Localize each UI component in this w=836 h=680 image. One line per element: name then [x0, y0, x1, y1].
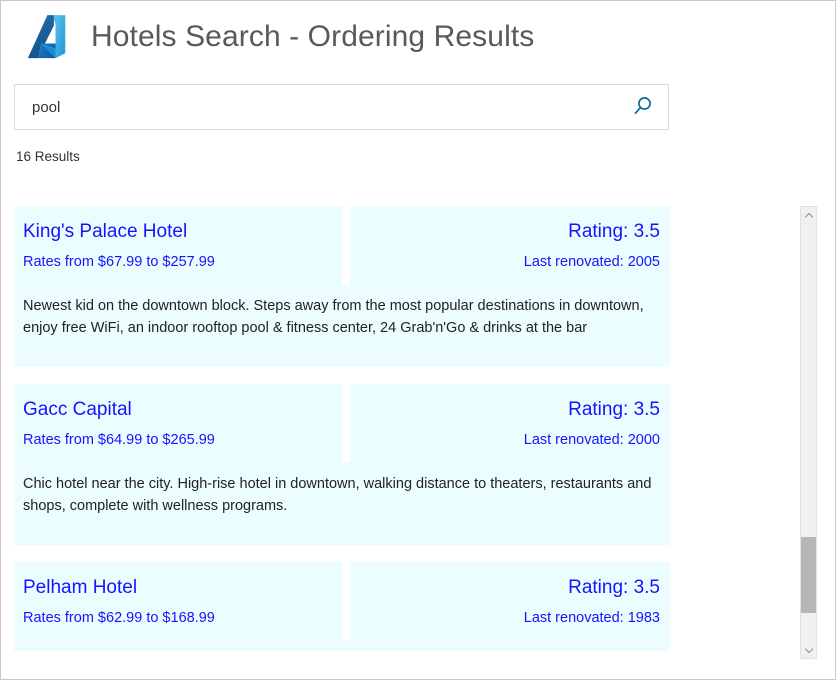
page-title: Hotels Search - Ordering Results: [91, 20, 534, 54]
hotel-description: [14, 640, 670, 651]
results-list: King's Palace Hotel Rates from $67.99 to…: [14, 206, 670, 668]
chevron-down-icon: [805, 647, 813, 652]
result-card[interactable]: Gacc Capital Rates from $64.99 to $265.9…: [14, 384, 670, 545]
scrollbar-up-button[interactable]: [801, 207, 816, 224]
app-header: Hotels Search - Ordering Results: [1, 1, 835, 63]
result-card-left: Gacc Capital Rates from $64.99 to $265.9…: [14, 384, 342, 462]
scrollbar-down-button[interactable]: [801, 641, 816, 658]
hotel-rates: Rates from $64.99 to $265.99: [23, 431, 330, 450]
app-window: Hotels Search - Ordering Results 16 Resu…: [0, 0, 836, 680]
hotel-name[interactable]: King's Palace Hotel: [23, 220, 330, 244]
result-card[interactable]: King's Palace Hotel Rates from $67.99 to…: [14, 206, 670, 367]
results-count: 16 Results: [16, 149, 835, 164]
hotel-rates: Rates from $62.99 to $168.99: [23, 609, 330, 628]
right-margin: [819, 1, 835, 679]
hotel-rating: Rating: 3.5: [362, 576, 660, 600]
azure-logo-icon: [23, 11, 75, 63]
result-card-right: Rating: 3.5 Last renovated: 2000: [350, 384, 670, 462]
hotel-rating: Rating: 3.5: [362, 398, 660, 422]
hotel-rating: Rating: 3.5: [362, 220, 660, 244]
hotel-last-renovated: Last renovated: 1983: [362, 609, 660, 628]
results-scrollbar[interactable]: [800, 206, 817, 659]
search-icon: [632, 95, 654, 120]
chevron-up-icon: [805, 213, 813, 218]
search-input[interactable]: [15, 86, 618, 128]
card-column-divider: [342, 206, 350, 284]
result-card-left: Pelham Hotel Rates from $62.99 to $168.9…: [14, 562, 342, 640]
hotel-name[interactable]: Pelham Hotel: [23, 576, 330, 600]
hotel-description: Chic hotel near the city. High-rise hote…: [14, 462, 670, 545]
card-column-divider: [342, 384, 350, 462]
hotel-description: Newest kid on the downtown block. Steps …: [14, 284, 670, 367]
scrollbar-thumb[interactable]: [801, 537, 816, 613]
hotel-name[interactable]: Gacc Capital: [23, 398, 330, 422]
result-card-left: King's Palace Hotel Rates from $67.99 to…: [14, 206, 342, 284]
result-card-header: Gacc Capital Rates from $64.99 to $265.9…: [14, 384, 670, 462]
search-bar: [14, 84, 669, 130]
result-card-header: Pelham Hotel Rates from $62.99 to $168.9…: [14, 562, 670, 640]
search-button[interactable]: [618, 85, 668, 129]
result-card-right: Rating: 3.5 Last renovated: 2005: [350, 206, 670, 284]
result-card-right: Rating: 3.5 Last renovated: 1983: [350, 562, 670, 640]
card-column-divider: [342, 562, 350, 640]
hotel-last-renovated: Last renovated: 2005: [362, 253, 660, 272]
hotel-rates: Rates from $67.99 to $257.99: [23, 253, 330, 272]
result-card-header: King's Palace Hotel Rates from $67.99 to…: [14, 206, 670, 284]
result-card[interactable]: Pelham Hotel Rates from $62.99 to $168.9…: [14, 562, 670, 651]
hotel-last-renovated: Last renovated: 2000: [362, 431, 660, 450]
